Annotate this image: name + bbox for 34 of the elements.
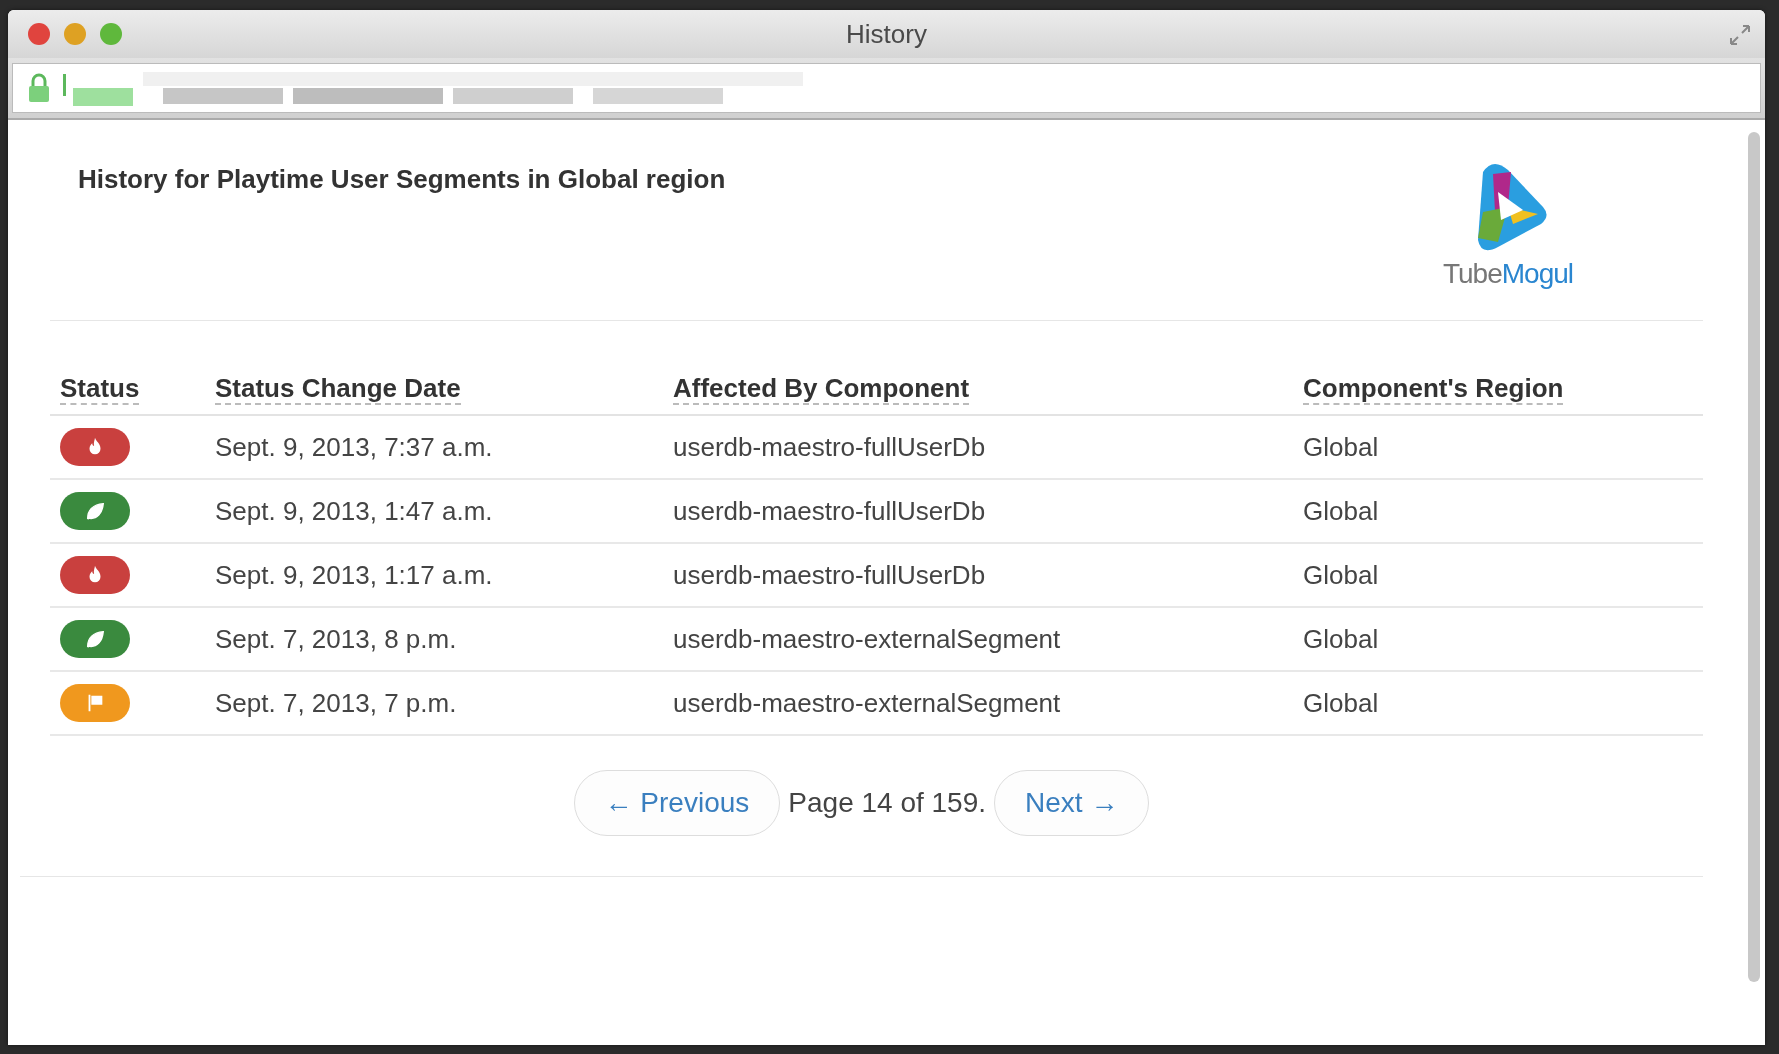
address-field[interactable] (12, 63, 1761, 113)
region-cell: Global (1293, 671, 1703, 735)
column-header[interactable]: Status (60, 373, 140, 405)
column-header[interactable]: Affected By Component (673, 373, 970, 405)
window-title: History (846, 18, 927, 50)
region-cell: Global (1293, 607, 1703, 671)
date-cell: Sept. 7, 2013, 7 p.m. (205, 671, 663, 735)
leaf-icon (84, 628, 106, 650)
page-heading: History for Playtime User Segments in Global region (78, 164, 726, 196)
next-button[interactable]: Next → (994, 770, 1150, 836)
component-cell: userdb-maestro-fullUserDb (663, 479, 1293, 543)
date-cell: Sept. 7, 2013, 8 p.m. (205, 607, 663, 671)
leaf-icon (84, 500, 106, 522)
previous-button[interactable]: ← Previous (573, 770, 781, 836)
region-cell: Global (1293, 543, 1703, 607)
lock-icon (27, 73, 51, 103)
component-cell: userdb-maestro-fullUserDb (663, 415, 1293, 479)
component-cell: userdb-maestro-externalSegment (663, 607, 1293, 671)
scrollbar[interactable] (1748, 132, 1760, 982)
page-indicator: Page 14 of 159. (788, 787, 987, 819)
date-cell: Sept. 9, 2013, 7:37 a.m. (205, 415, 663, 479)
zoom-button[interactable] (100, 23, 122, 45)
logo-wordmark: TubeMogul (1442, 258, 1573, 290)
column-header[interactable]: Component's Region (1303, 373, 1564, 405)
column-header[interactable]: Status Change Date (215, 373, 461, 405)
component-cell: userdb-maestro-fullUserDb (663, 543, 1293, 607)
minimize-button[interactable] (64, 23, 86, 45)
close-button[interactable] (28, 23, 50, 45)
date-cell: Sept. 9, 2013, 1:47 a.m. (205, 479, 663, 543)
region-cell: Global (1293, 479, 1703, 543)
fullscreen-icon[interactable] (1729, 24, 1751, 46)
date-cell: Sept. 9, 2013, 1:17 a.m. (205, 543, 663, 607)
component-cell: userdb-maestro-externalSegment (663, 671, 1293, 735)
region-cell: Global (1293, 415, 1703, 479)
